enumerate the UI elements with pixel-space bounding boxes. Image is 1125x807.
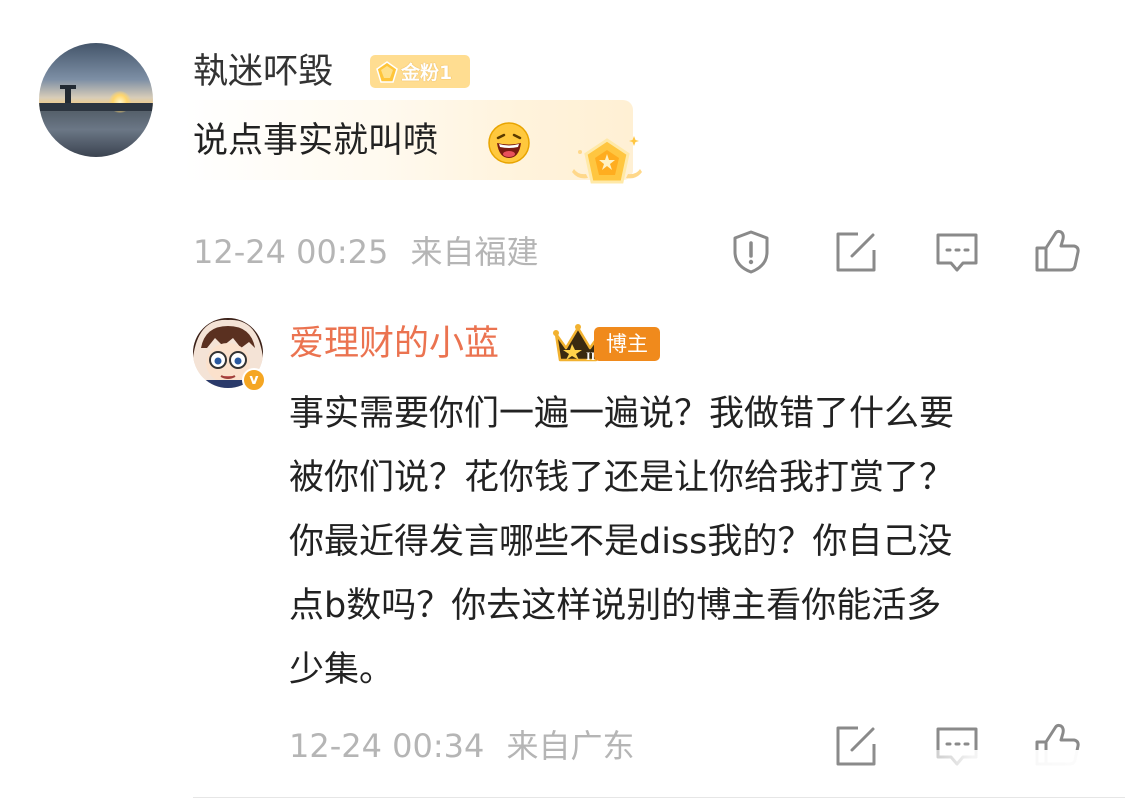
reply-icon[interactable] [933, 228, 981, 276]
verified-badge-icon: v [242, 368, 266, 392]
repost-icon[interactable] [832, 228, 880, 276]
reply-text-line: 少集。 [289, 650, 395, 690]
comment-text: 说点事实就叫喷 [193, 121, 439, 161]
report-icon[interactable] [727, 228, 775, 276]
comment-location: 来自福建 [410, 233, 539, 271]
fan-badge[interactable]: 金粉1 [370, 55, 470, 88]
diamond-icon [376, 60, 398, 83]
comment-meta: 12-24 00:25 来自福建 [193, 232, 539, 272]
like-icon[interactable] [1033, 226, 1081, 274]
comment-divider [193, 797, 1125, 798]
reply-timestamp: 12-24 00:34 [289, 727, 485, 765]
gold-fan-badge-icon [572, 136, 642, 184]
blogger-username[interactable]: 爱理财的小蓝 [289, 322, 499, 366]
blogger-role-badge: 博主 [594, 327, 660, 361]
laughing-face-emoji-icon [488, 122, 530, 164]
reply-location: 来自广东 [506, 727, 635, 765]
reply-text-line: 点b数吗？你去这样说别的博主看你能活多 [289, 586, 942, 626]
reply-text: 事实需要你们一遍一遍说？我做错了什么要 被你们说？花你钱了还是让你给我打赏了？ … [289, 382, 1089, 702]
reply-meta: 12-24 00:34 来自广东 [289, 726, 635, 766]
fan-badge-label: 金粉1 [401, 62, 453, 84]
reply-text-line: 事实需要你们一遍一遍说？我做错了什么要 [289, 394, 955, 434]
commenter-username[interactable]: 執迷吥毀 [193, 50, 333, 94]
reply-text-line: 被你们说？花你钱了还是让你给我打赏了？ [289, 458, 955, 498]
bottom-fade-overlay [870, 750, 1125, 807]
reply-text-line: 你最近得发言哪些不是diss我的？你自己没 [289, 522, 953, 562]
comment-timestamp: 12-24 00:25 [193, 233, 389, 271]
commenter-avatar[interactable] [39, 43, 153, 157]
